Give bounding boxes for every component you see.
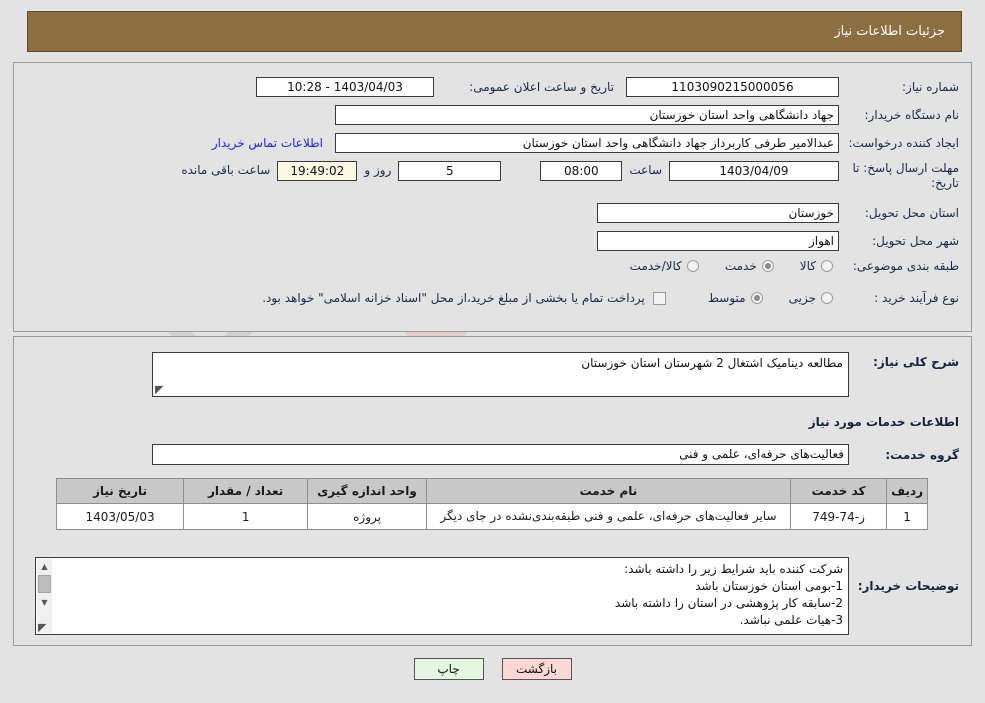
province-row: استان محل تحویل: خوزستان xyxy=(597,203,959,223)
footer-actions: بازگشت چاپ xyxy=(0,658,985,680)
process-radio-group: جزیی متوسط xyxy=(708,291,833,305)
table-header-quantity: تعداد / مقدار xyxy=(183,478,309,504)
category-option-kala[interactable]: کالا xyxy=(800,259,833,273)
service-details-panel: شرح کلی نیاز: مطالعه دینامیک اشتغال 2 شه… xyxy=(13,336,972,646)
category-option-khedmat[interactable]: خدمت xyxy=(725,259,774,273)
cell-name: سایر فعالیت‌های حرفه‌ای، علمی و فنی طبقه… xyxy=(425,503,792,530)
summary-label: شرح کلی نیاز: xyxy=(873,355,959,369)
islamic-treasury-note: پرداخت تمام یا بخشی از مبلغ خرید،از محل … xyxy=(262,291,645,305)
radio-kala-icon[interactable] xyxy=(821,260,833,272)
province-label: استان محل تحویل: xyxy=(864,206,959,220)
radio-kala-khedmat-icon[interactable] xyxy=(686,260,699,272)
city-label: شهر محل تحویل: xyxy=(872,234,959,248)
buyer-notes-row: توضیحات خریدار: شرکت کننده باید شرایط زی… xyxy=(35,557,959,635)
province-value: خوزستان xyxy=(597,203,839,223)
table-header-row-no: ردیف xyxy=(886,478,928,504)
radio-khedmat-icon[interactable] xyxy=(761,260,774,272)
table-header-code: کد خدمت xyxy=(789,478,888,504)
process-option-jozi[interactable]: جزیی xyxy=(789,291,833,305)
radio-jozi-icon[interactable] xyxy=(821,292,833,304)
service-group-row: گروه خدمت: فعالیت‌های حرفه‌ای، علمی و فن… xyxy=(152,444,959,465)
need-info-panel: شماره نیاز: 1103090215000056 تاریخ و ساع… xyxy=(13,62,972,332)
cell-unit: پروژه xyxy=(307,503,427,530)
days-label: روز و xyxy=(364,163,392,177)
summary-resize-grip-icon[interactable]: ◥ xyxy=(155,383,165,396)
buyer-notes-label: توضیحات خریدار: xyxy=(857,579,959,593)
creator-row: ایجاد کننده درخواست: عبدالامیر طرفی کارب… xyxy=(212,133,959,153)
announcement-value: 1403/04/03 - 10:28 xyxy=(256,77,434,97)
category-option-label-2: کالا/خدمت xyxy=(629,259,682,273)
services-section-title: اطلاعات خدمات مورد نیاز xyxy=(808,415,959,429)
page-header: جزئیات اطلاعات نیاز xyxy=(27,11,962,52)
summary-value: مطالعه دینامیک اشتغال 2 شهرستان استان خو… xyxy=(581,356,843,370)
remaining-label: ساعت باقی مانده xyxy=(181,163,271,177)
summary-textarea[interactable]: مطالعه دینامیک اشتغال 2 شهرستان استان خو… xyxy=(152,352,849,397)
cell-date: 1403/05/03 xyxy=(55,503,185,530)
radio-motavasset-icon[interactable] xyxy=(750,292,763,304)
category-radio-group: کالا خدمت کالا/خدمت xyxy=(630,259,833,273)
buyer-notes-value: شرکت کننده باید شرایط زیر را داشته باشد:… xyxy=(614,562,843,627)
print-button[interactable]: چاپ xyxy=(413,658,484,680)
service-group-value: فعالیت‌های حرفه‌ای، علمی و فنی xyxy=(152,444,849,465)
deadline-label: مهلت ارسال پاسخ: تا تاریخ: xyxy=(852,161,959,190)
cell-row-no: 1 xyxy=(886,503,928,530)
scroll-down-arrow-icon[interactable]: ▼ xyxy=(37,595,52,609)
process-row: نوع فرآیند خرید : جزیی متوسط پرداخت تمام… xyxy=(262,291,959,305)
creator-value: عبدالامیر طرفی کاربرداز جهاد دانشگاهی وا… xyxy=(335,133,839,153)
category-label: طبقه بندی موضوعی: xyxy=(852,259,959,273)
need-number-label: شماره نیاز: xyxy=(902,80,959,94)
category-option-label-1: خدمت xyxy=(724,259,757,273)
scrollbar-thumb[interactable] xyxy=(38,575,51,593)
buyer-contact-link[interactable]: اطلاعات تماس خریدار xyxy=(212,136,323,150)
city-row: شهر محل تحویل: اهواز xyxy=(597,231,959,251)
process-label: نوع فرآیند خرید : xyxy=(874,291,959,305)
deadline-date-value: 1403/04/09 xyxy=(669,161,839,181)
services-table: ردیف کد خدمت نام خدمت واحد اندازه گیری ت… xyxy=(55,478,928,530)
process-option-label-1: متوسط xyxy=(707,291,746,305)
category-row: طبقه بندی موضوعی: کالا خدمت کالا/خدمت xyxy=(630,259,959,273)
back-button[interactable]: بازگشت xyxy=(501,658,572,680)
process-option-label-0: جزیی xyxy=(788,291,816,305)
need-number-value: 1103090215000056 xyxy=(626,77,839,97)
table-row: 1 ز-74-749 سایر فعالیت‌های حرفه‌ای، علمی… xyxy=(55,503,928,530)
service-group-label: گروه خدمت: xyxy=(885,447,959,462)
creator-label: ایجاد کننده درخواست: xyxy=(848,136,959,150)
buyer-org-row: نام دستگاه خریدار: جهاد دانشگاهی واحد اس… xyxy=(335,105,959,125)
buyer-org-label: نام دستگاه خریدار: xyxy=(864,108,960,122)
hour-label: ساعت xyxy=(629,163,662,177)
table-header-unit: واحد اندازه گیری xyxy=(307,478,427,504)
announcement-label: تاریخ و ساعت اعلان عمومی: xyxy=(469,80,614,94)
cell-quantity: 1 xyxy=(183,503,309,530)
table-header-row: ردیف کد خدمت نام خدمت واحد اندازه گیری ت… xyxy=(55,478,928,504)
city-value: اهواز xyxy=(597,231,839,251)
announcement-row: تاریخ و ساعت اعلان عمومی: 1403/04/03 - 1… xyxy=(256,77,614,97)
table-header-date: تاریخ نیاز xyxy=(55,478,185,504)
summary-row: شرح کلی نیاز: مطالعه دینامیک اشتغال 2 شه… xyxy=(152,352,959,397)
hour-value: 08:00 xyxy=(540,161,623,181)
scroll-up-arrow-icon[interactable]: ▲ xyxy=(37,559,52,573)
page-title: جزئیات اطلاعات نیاز xyxy=(834,24,945,39)
islamic-treasury-checkbox[interactable] xyxy=(652,291,666,305)
deadline-row: مهلت ارسال پاسخ: تا تاریخ: 1403/04/09 سا… xyxy=(181,161,959,191)
need-number-row: شماره نیاز: 1103090215000056 xyxy=(626,77,959,97)
cell-code: ز-74-749 xyxy=(789,503,888,530)
process-option-motavasset[interactable]: متوسط xyxy=(708,291,763,305)
category-option-kala-khedmat[interactable]: کالا/خدمت xyxy=(630,259,699,273)
buyer-notes-resize-grip-icon[interactable]: ◥ xyxy=(38,621,48,634)
buyer-org-value: جهاد دانشگاهی واحد استان خوزستان xyxy=(335,105,839,125)
buyer-notes-textarea[interactable]: شرکت کننده باید شرایط زیر را داشته باشد:… xyxy=(35,557,849,635)
category-option-label-0: کالا xyxy=(799,259,816,273)
countdown-timer: 19:49:02 xyxy=(277,161,358,181)
table-header-name: نام خدمت xyxy=(425,478,792,504)
days-remaining-value: 5 xyxy=(398,161,502,181)
